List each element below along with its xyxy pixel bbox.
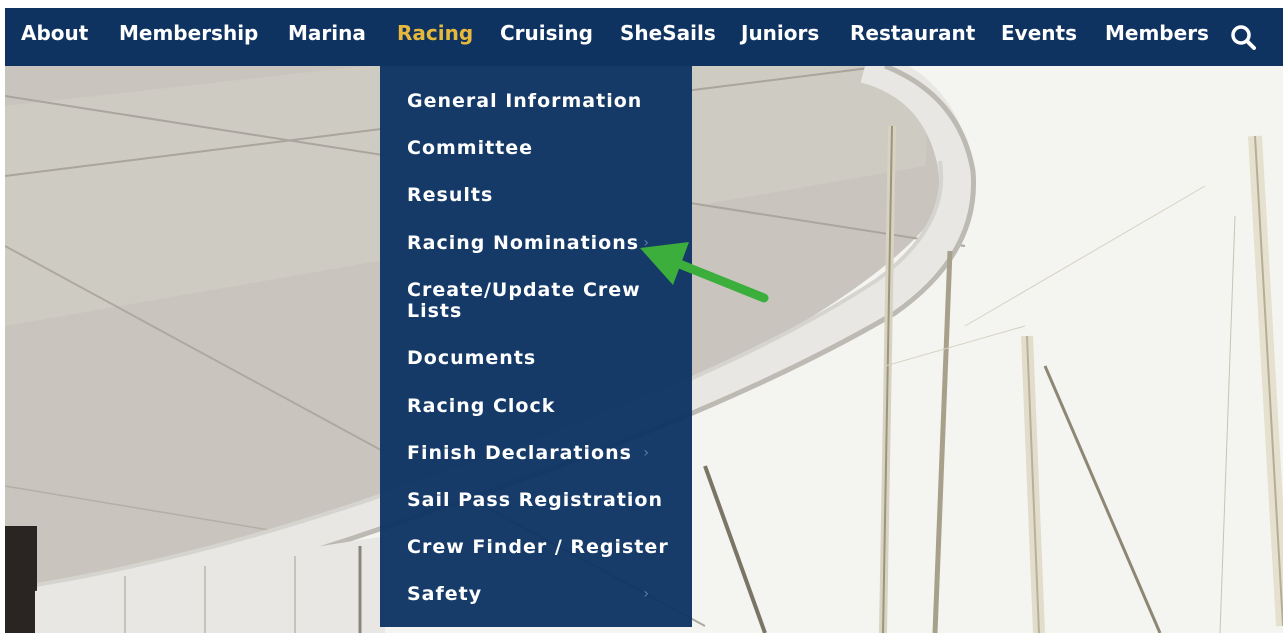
menu-item-label: General Information	[407, 90, 643, 112]
nav-item-racing[interactable]: Racing	[397, 8, 473, 66]
search-button[interactable]	[1229, 23, 1259, 53]
search-icon	[1231, 25, 1256, 50]
menu-item-label: Safety	[407, 583, 483, 605]
menu-item-finish-declarations[interactable]: Finish Declarations ›	[407, 443, 677, 464]
nav-item-shesails[interactable]: SheSails	[620, 8, 716, 66]
menu-item-label: Results	[407, 184, 494, 206]
nav-item-marina[interactable]: Marina	[288, 8, 366, 66]
menu-item-label: Sail Pass Registration	[407, 489, 664, 511]
nav-item-juniors[interactable]: Juniors	[741, 8, 819, 66]
nav-item-cruising[interactable]: Cruising	[500, 8, 593, 66]
menu-item-results[interactable]: Results	[407, 185, 677, 206]
nav-item-about[interactable]: About	[21, 8, 88, 66]
menu-item-crew-finder-register[interactable]: Crew Finder / Register	[407, 537, 677, 558]
chevron-right-icon: ›	[643, 586, 650, 602]
main-navigation: About Membership Marina Racing Cruising …	[5, 8, 1283, 66]
menu-item-label: Racing Nominations	[407, 232, 640, 254]
menu-item-general-information[interactable]: General Information	[407, 91, 677, 112]
menu-item-sail-pass-registration[interactable]: Sail Pass Registration	[407, 490, 677, 511]
menu-item-safety[interactable]: Safety ›	[407, 584, 677, 605]
nav-item-restaurant[interactable]: Restaurant	[850, 8, 975, 66]
menu-item-create-update-crew-lists[interactable]: Create/Update Crew Lists	[407, 280, 677, 322]
nav-item-events[interactable]: Events	[1001, 8, 1077, 66]
nav-item-membership[interactable]: Membership	[119, 8, 258, 66]
menu-item-label: Racing Clock	[407, 395, 556, 417]
menu-item-label: Finish Declarations	[407, 442, 632, 464]
nav-item-members[interactable]: Members	[1105, 8, 1209, 66]
menu-item-label: Crew Finder / Register	[407, 536, 669, 558]
menu-item-racing-nominations[interactable]: Racing Nominations ›	[407, 233, 677, 254]
chevron-right-icon: ›	[643, 445, 650, 461]
menu-item-documents[interactable]: Documents	[407, 348, 677, 369]
menu-item-label: Committee	[407, 137, 534, 159]
menu-item-label: Documents	[407, 347, 537, 369]
menu-item-racing-clock[interactable]: Racing Clock	[407, 396, 677, 417]
menu-item-committee[interactable]: Committee	[407, 138, 677, 159]
menu-item-label: Create/Update Crew Lists	[407, 279, 641, 322]
page-frame: About Membership Marina Racing Cruising …	[0, 0, 1283, 633]
racing-dropdown-menu: General Information Committee Results Ra…	[380, 66, 692, 627]
chevron-right-icon: ›	[643, 235, 650, 251]
